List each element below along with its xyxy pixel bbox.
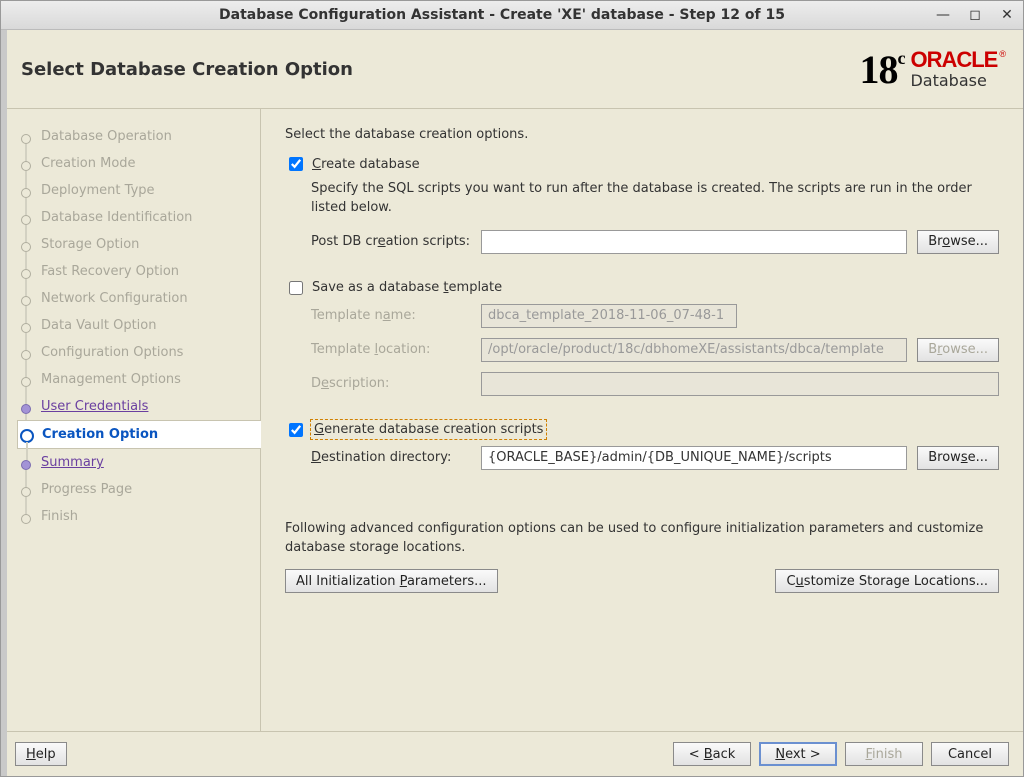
step-database-operation[interactable]: Database Operation bbox=[17, 123, 254, 150]
advanced-options-text: Following advanced configuration options… bbox=[285, 520, 999, 558]
customize-storage-button[interactable]: Customize Storage Locations... bbox=[775, 569, 999, 593]
step-database-identification[interactable]: Database Identification bbox=[17, 204, 254, 231]
template-description-label: Description: bbox=[311, 376, 471, 391]
destination-directory-input[interactable] bbox=[481, 446, 907, 470]
step-creation-option[interactable]: Creation Option bbox=[17, 420, 261, 449]
template-location-browse-button: Browse... bbox=[917, 338, 999, 362]
help-button[interactable]: Help bbox=[15, 742, 67, 766]
step-network-configuration[interactable]: Network Configuration bbox=[17, 285, 254, 312]
titlebar: Database Configuration Assistant - Creat… bbox=[1, 1, 1023, 30]
step-management-options[interactable]: Management Options bbox=[17, 366, 254, 393]
generate-scripts-checkbox[interactable]: Generate database creation scripts bbox=[285, 420, 999, 440]
footer: Help < Back Next > Finish Cancel bbox=[1, 731, 1023, 776]
wizard-sidebar: Database Operation Creation Mode Deploym… bbox=[1, 109, 261, 731]
template-name-input bbox=[481, 304, 737, 328]
oracle-logo: 18c ORACLE Database bbox=[859, 46, 1003, 93]
step-finish[interactable]: Finish bbox=[17, 503, 254, 530]
generate-scripts-check-input[interactable] bbox=[289, 423, 303, 437]
page-title: Select Database Creation Option bbox=[21, 59, 353, 80]
step-data-vault-option[interactable]: Data Vault Option bbox=[17, 312, 254, 339]
finish-button: Finish bbox=[845, 742, 923, 766]
step-summary[interactable]: Summary bbox=[17, 449, 254, 476]
step-deployment-type[interactable]: Deployment Type bbox=[17, 177, 254, 204]
minimize-icon[interactable]: — bbox=[935, 7, 951, 23]
post-scripts-input[interactable] bbox=[481, 230, 907, 254]
save-template-check-input[interactable] bbox=[289, 281, 303, 295]
back-button[interactable]: < Back bbox=[673, 742, 751, 766]
create-database-desc: Specify the SQL scripts you want to run … bbox=[311, 180, 999, 218]
step-fast-recovery-option[interactable]: Fast Recovery Option bbox=[17, 258, 254, 285]
template-location-input bbox=[481, 338, 907, 362]
template-location-label: Template location: bbox=[311, 342, 471, 357]
step-progress-page[interactable]: Progress Page bbox=[17, 476, 254, 503]
next-button[interactable]: Next > bbox=[759, 742, 837, 766]
destination-directory-label: Destination directory: bbox=[311, 450, 471, 465]
step-creation-mode[interactable]: Creation Mode bbox=[17, 150, 254, 177]
step-storage-option[interactable]: Storage Option bbox=[17, 231, 254, 258]
maximize-icon[interactable]: ◻ bbox=[967, 7, 983, 23]
app-window: Database Configuration Assistant - Creat… bbox=[0, 0, 1024, 777]
close-icon[interactable]: ✕ bbox=[999, 7, 1015, 23]
intro-text: Select the database creation options. bbox=[285, 127, 999, 142]
post-scripts-browse-button[interactable]: Browse... bbox=[917, 230, 999, 254]
template-name-label: Template name: bbox=[311, 308, 471, 323]
create-database-check-input[interactable] bbox=[289, 157, 303, 171]
destination-browse-button[interactable]: Browse... bbox=[917, 446, 999, 470]
template-description-input bbox=[481, 372, 999, 396]
create-database-checkbox[interactable]: Create database bbox=[285, 154, 999, 174]
left-scroll-track bbox=[1, 30, 7, 776]
header: Select Database Creation Option 18c ORAC… bbox=[1, 30, 1023, 109]
body: Database Operation Creation Mode Deploym… bbox=[1, 109, 1023, 731]
save-template-checkbox[interactable]: Save as a database template bbox=[285, 278, 999, 298]
window-title: Database Configuration Assistant - Creat… bbox=[69, 7, 935, 23]
main-panel: Select the database creation options. Cr… bbox=[261, 109, 1023, 731]
step-list: Database Operation Creation Mode Deploym… bbox=[17, 123, 254, 530]
step-user-credentials[interactable]: User Credentials bbox=[17, 393, 254, 420]
step-configuration-options[interactable]: Configuration Options bbox=[17, 339, 254, 366]
cancel-button[interactable]: Cancel bbox=[931, 742, 1009, 766]
init-parameters-button[interactable]: All Initialization Parameters... bbox=[285, 569, 498, 593]
post-scripts-label: Post DB creation scripts: bbox=[311, 234, 471, 249]
